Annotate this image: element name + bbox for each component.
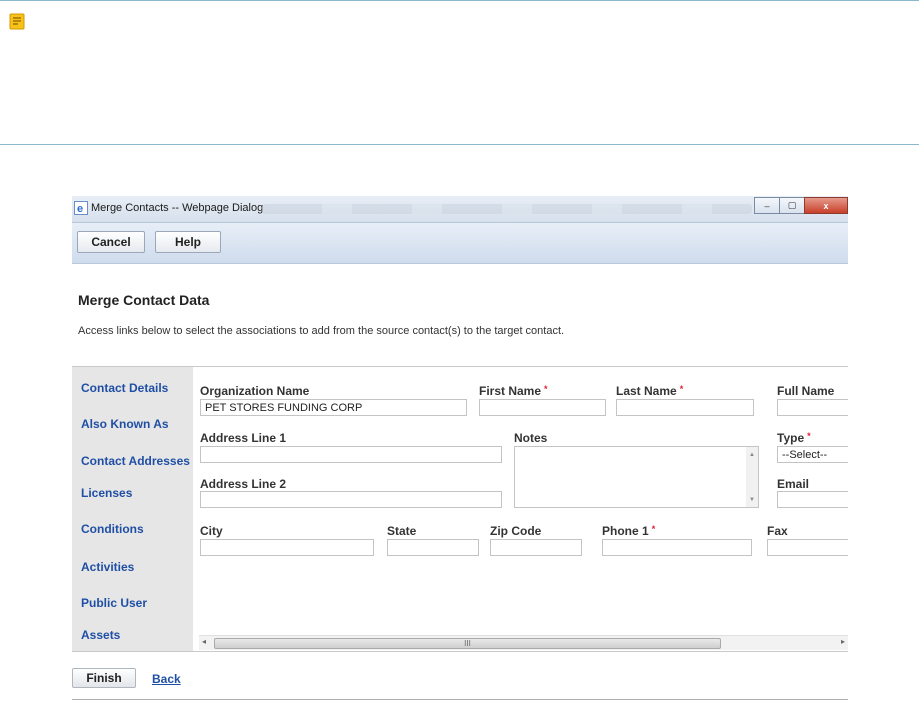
notes-textarea[interactable]: ▲ ▼ <box>514 446 759 508</box>
dialog-toolbar: Cancel Help <box>72 223 848 264</box>
address-line-2-field[interactable] <box>200 491 502 508</box>
zip-code-label: Zip Code <box>490 524 542 538</box>
email-field[interactable] <box>777 491 848 508</box>
address-line-1-label: Address Line 1 <box>200 431 287 445</box>
nav-item-conditions[interactable]: Conditions <box>81 522 144 536</box>
notes-label: Notes <box>514 431 548 445</box>
address-line-1-field[interactable] <box>200 446 502 463</box>
cancel-button[interactable]: Cancel <box>77 231 145 253</box>
contact-details-form: Organization Name First Name * Last Name *… <box>193 367 848 651</box>
page-description: Access links below to select the associa… <box>78 325 565 337</box>
nav-item-activities[interactable]: Activities <box>81 560 134 574</box>
address-line-2-label: Address Line 2 <box>200 477 287 491</box>
page-title: Merge Contact Data <box>78 292 210 308</box>
section-nav: Contact Details Also Known As Contact Ad… <box>72 367 193 651</box>
close-button[interactable]: x <box>804 197 848 214</box>
finish-button[interactable]: Finish <box>72 668 136 688</box>
merge-contacts-dialog: e Merge Contacts -- Webpage Dialog – ▢ x… <box>72 196 848 701</box>
dialog-title: Merge Contacts -- Webpage Dialog <box>91 202 264 214</box>
scroll-down-icon: ▼ <box>749 497 755 503</box>
organization-name-field[interactable]: PET STORES FUNDING CORP <box>200 399 467 416</box>
nav-item-also-known-as[interactable]: Also Known As <box>81 417 169 431</box>
dialog-titlebar[interactable]: e Merge Contacts -- Webpage Dialog – ▢ x <box>72 196 848 223</box>
window-controls: – ▢ x <box>754 197 848 214</box>
notes-scrollbar[interactable]: ▲ ▼ <box>746 447 758 507</box>
required-marker: * <box>807 431 811 441</box>
first-name-field[interactable] <box>479 399 606 416</box>
type-label: Type * <box>777 431 811 445</box>
nav-item-contact-details[interactable]: Contact Details <box>81 381 168 395</box>
email-label: Email <box>777 477 810 491</box>
nav-item-contact-addresses[interactable]: Contact Addresses <box>81 454 190 468</box>
city-field[interactable] <box>200 539 374 556</box>
footer-divider <box>72 699 848 700</box>
state-label: State <box>387 524 417 538</box>
full-name-label: Full Name <box>777 384 835 398</box>
scroll-right-icon[interactable]: ▸ <box>841 637 845 646</box>
minimize-icon: – <box>764 200 770 211</box>
scroll-up-icon: ▲ <box>749 452 755 458</box>
zip-code-field[interactable] <box>490 539 582 556</box>
close-icon: x <box>823 200 829 211</box>
organization-name-label: Organization Name <box>200 384 310 398</box>
nav-item-licenses[interactable]: Licenses <box>81 486 132 500</box>
note-icon <box>9 13 25 30</box>
scroll-left-icon[interactable]: ◂ <box>202 637 206 646</box>
maximize-button[interactable]: ▢ <box>779 197 805 214</box>
last-name-field[interactable] <box>616 399 754 416</box>
background-window-strip <box>262 204 752 214</box>
phone-1-label: Phone 1 * <box>602 524 656 538</box>
state-field[interactable] <box>387 539 479 556</box>
help-button[interactable]: Help <box>155 231 221 253</box>
required-marker: * <box>544 384 548 394</box>
city-label: City <box>200 524 223 538</box>
first-name-label: First Name * <box>479 384 548 398</box>
fax-field[interactable] <box>767 539 848 556</box>
maximize-icon: ▢ <box>787 200 797 210</box>
required-marker: * <box>679 384 684 394</box>
nav-item-public-user[interactable]: Public User <box>81 596 147 610</box>
ie-browser-icon: e <box>74 201 88 215</box>
horizontal-scrollbar[interactable]: ◂ III ▸ <box>199 635 848 650</box>
full-name-field[interactable] <box>777 399 848 416</box>
nav-item-assets[interactable]: Assets <box>81 628 120 642</box>
fax-label: Fax <box>767 524 788 538</box>
back-link[interactable]: Back <box>152 672 181 686</box>
merge-panel: Contact Details Also Known As Contact Ad… <box>72 366 848 652</box>
minimize-button[interactable]: – <box>754 197 780 214</box>
type-select[interactable]: --Select-- <box>777 446 848 463</box>
svg-text:e: e <box>77 203 83 215</box>
last-name-label: Last Name * <box>616 384 684 398</box>
scrollbar-thumb[interactable]: III <box>214 638 721 649</box>
phone-1-field[interactable] <box>602 539 752 556</box>
note-banner <box>0 0 919 145</box>
required-marker: * <box>651 524 656 534</box>
